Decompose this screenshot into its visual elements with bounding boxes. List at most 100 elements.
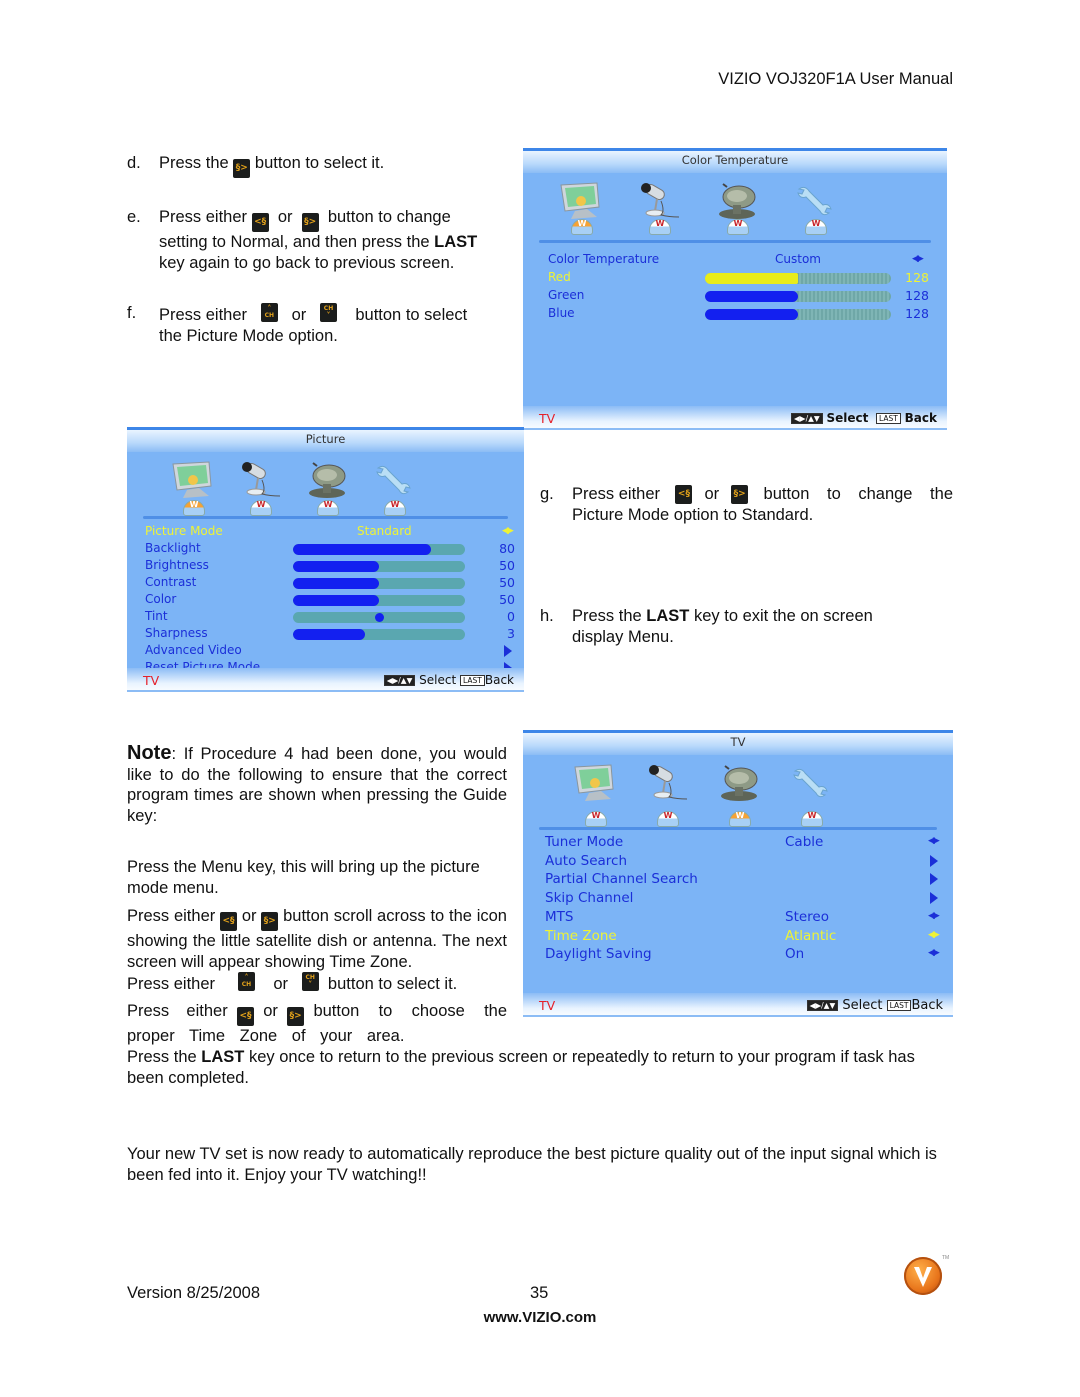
vizio-logo (904, 1257, 942, 1295)
left-key-icon: <§ (236, 1007, 254, 1026)
menu-item-value: On (785, 946, 805, 963)
right-key-icon: §> (233, 159, 251, 178)
note-paragraph: Note: If Procedure 4 had been done, you … (127, 742, 507, 825)
tab-marker-icon (657, 811, 679, 827)
osd-help: ◀▶/▲▼ Select LAST Back (383, 673, 514, 687)
tab-audio-microphone-icon (236, 460, 284, 500)
slider-value: 50 (499, 558, 515, 573)
osd-tab-icons (523, 755, 953, 827)
slider-fill (705, 309, 798, 320)
tab-marker-icon (317, 500, 339, 516)
left-right-arrows-icon: ◀▶ (912, 254, 924, 264)
last-key-icon: LAST (876, 413, 901, 424)
step-d: d. Press the §> button to select it. (127, 153, 384, 178)
bottom-paragraph-2: Your new TV set is now ready to automati… (127, 1145, 937, 1184)
bottom-paragraph-1: Press the LAST key once to return to the… (127, 1048, 915, 1087)
divider (539, 240, 931, 243)
active-tab-marker-icon (183, 500, 205, 516)
slider-value: 0 (507, 609, 515, 624)
osd-tab-icons (127, 452, 524, 516)
menu-item-tuner-mode: Tuner Mode (545, 834, 624, 850)
active-tab-marker-icon (571, 219, 593, 235)
submenu-arrow-icon (504, 645, 512, 657)
menu-item-brightness: Brightness (145, 558, 209, 572)
menu-item-sharpness: Sharpness (145, 626, 208, 640)
menu-item-value: Stereo (785, 908, 829, 925)
osd-footer: TV ◀▶/▲▼ Select LAST Back (523, 406, 947, 430)
menu-item-value: Atlantic (785, 927, 837, 944)
tab-tv-satellite-dish-icon (713, 181, 761, 221)
submenu-arrow-icon (930, 892, 938, 905)
left-right-arrows-icon: ◀▶ (928, 948, 940, 959)
ch-up-key-icon: ˄ CH (260, 303, 278, 322)
left-key-icon: <§ (251, 213, 269, 232)
left-right-arrows-icon: ◀▶ (928, 929, 940, 940)
step-letter: d. (127, 154, 141, 172)
tab-picture-icon (557, 181, 605, 221)
website-link[interactable]: www.VIZIO.com (0, 1309, 1080, 1326)
ch-up-key-icon: ˄ CH (237, 972, 255, 991)
note-p4: Press either <§ or §> button to choose t… (127, 1002, 507, 1045)
last-key-icon: LAST (460, 675, 485, 686)
slider-value: 80 (499, 541, 515, 556)
slider-fill (293, 629, 366, 640)
tv-menu-screenshot: TV Tuner Mode Cable ◀▶ Auto Search Partial C… (523, 730, 953, 1017)
slider-value: 128 (905, 288, 929, 303)
menu-item-contrast: Contrast (145, 575, 197, 589)
nav-key-icon: ◀▶/▲▼ (791, 413, 823, 424)
submenu-arrow-icon (930, 873, 938, 886)
osd-title: TV (523, 733, 953, 755)
slider-knob (375, 613, 384, 622)
slider-bar (293, 612, 465, 623)
menu-item-value: Cable (785, 834, 824, 850)
active-tab-marker-icon (729, 811, 751, 827)
picture-menu-screenshot: Picture Picture Mode Standard ◀▶ Backlight 8… (127, 427, 524, 692)
tab-marker-icon (801, 811, 823, 827)
menu-item-partial-channel-search: Partial Channel Search (545, 871, 698, 888)
note-p1: Press the Menu key, this will bring up t… (127, 858, 480, 897)
osd-title: Color Temperature (523, 151, 947, 173)
osd-help: ◀▶/▲▼ Select LAST Back (791, 411, 937, 425)
menu-item-blue: Blue (548, 306, 575, 320)
slider-value: 128 (905, 306, 929, 321)
menu-item-time-zone: Time Zone (545, 927, 617, 944)
step-f: f. Press either ˄ CH or CH ˅ button to sel… (127, 303, 468, 345)
tab-picture-icon (169, 460, 217, 500)
slider-fill (293, 544, 431, 555)
menu-item-value: Custom (775, 252, 821, 266)
osd-footer: TV ◀▶/▲▼ Select LAST Back (523, 993, 953, 1017)
ch-down-key-icon: CH ˅ (301, 972, 319, 991)
page-number: 35 (530, 1284, 549, 1302)
right-key-icon: §> (287, 1007, 305, 1026)
step-h: h. Press the LAST key to exit the on scr… (540, 607, 873, 646)
note-p3: Press either ˄ CH or CH ˅ button to select… (127, 972, 458, 993)
slider-bar (705, 309, 891, 320)
slider-value: 3 (507, 626, 515, 641)
right-key-icon: §> (731, 484, 749, 504)
tab-audio-microphone-icon (643, 763, 691, 803)
slider-value: 50 (499, 575, 515, 590)
left-right-arrows-icon: ◀▶ (502, 526, 514, 536)
menu-item-daylight-saving: Daylight Saving (545, 946, 652, 963)
tab-marker-icon (649, 219, 671, 235)
tab-setup-wrench-icon (787, 763, 835, 803)
tab-setup-wrench-icon (791, 181, 839, 221)
nav-key-icon: ◀▶/▲▼ (806, 1000, 839, 1011)
slider-fill (705, 273, 798, 284)
osd-footer: TV ◀▶/▲▼ Select LAST Back (127, 668, 524, 692)
left-right-arrows-icon: ◀▶ (928, 836, 940, 846)
osd-tab-icons (523, 173, 947, 235)
slider-value: 128 (905, 270, 929, 285)
menu-item-green: Green (548, 288, 585, 302)
menu-item-skip-channel: Skip Channel (545, 890, 634, 907)
menu-item-picture-mode: Picture Mode (145, 524, 223, 538)
vizio-v-icon (914, 1267, 932, 1287)
version-label: Version 8/25/2008 (127, 1284, 261, 1302)
ch-down-key-icon: CH ˅ (320, 303, 338, 322)
last-key-icon: LAST (886, 1000, 912, 1011)
nav-key-icon: ◀▶/▲▼ (383, 675, 416, 686)
tab-tv-satellite-dish-icon (715, 763, 763, 803)
color-temperature-menu-screenshot: Color Temperature Color Temperature Custo… (523, 148, 947, 430)
left-key-icon: <§ (675, 484, 693, 504)
source-label: TV (539, 998, 556, 1013)
